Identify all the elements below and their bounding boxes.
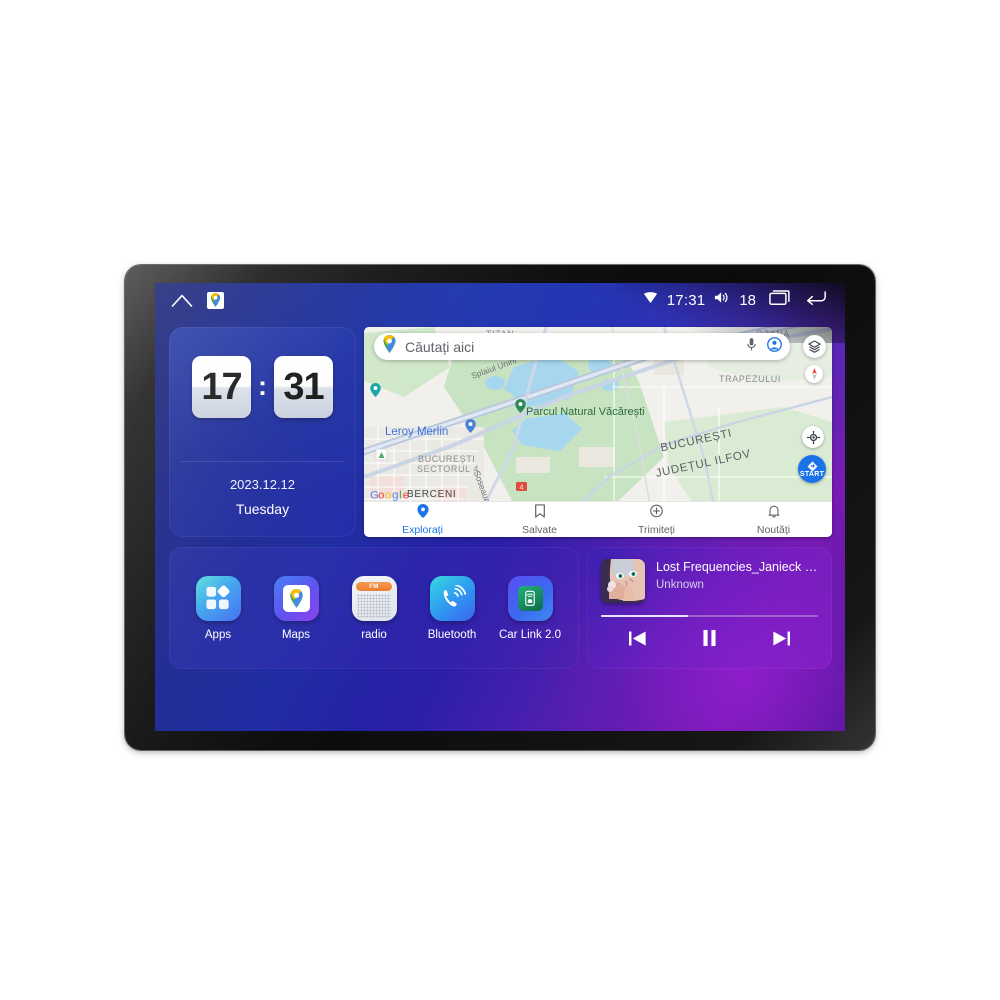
volume-level: 18 xyxy=(739,291,756,309)
map-bottom-tabs[interactable]: Explorați Salvate Trimiteți Noutăți xyxy=(364,501,832,537)
bell-icon xyxy=(768,504,780,523)
compass-icon[interactable] xyxy=(805,365,823,383)
track-artist: Unknown xyxy=(656,579,704,591)
clock-separator: : xyxy=(258,370,267,401)
clock-date: 2023.12.12 xyxy=(229,477,296,492)
svg-text:4: 4 xyxy=(520,485,524,492)
app-item-apps[interactable]: Apps xyxy=(184,575,252,641)
map-tab-trimiteți[interactable]: Trimiteți xyxy=(598,502,715,537)
flip-clock: 17 : 31 xyxy=(169,356,356,418)
clock-divider xyxy=(181,461,344,462)
fm-badge: FM xyxy=(356,582,392,591)
apps-grid-icon[interactable] xyxy=(195,575,241,621)
fm-radio-icon[interactable]: FM xyxy=(351,575,397,621)
clock-widget[interactable]: 17 : 31 2023.12.12 Tuesday xyxy=(169,327,356,537)
app-item-radio[interactable]: FM radio xyxy=(340,575,408,641)
back-icon[interactable] xyxy=(805,290,827,310)
app-label: Bluetooth xyxy=(427,628,477,641)
pause-button[interactable] xyxy=(701,629,718,652)
google-maps-pin-icon xyxy=(382,335,397,358)
map-tab-label: Trimiteți xyxy=(638,523,675,536)
map-tab-label: Noutăți xyxy=(756,523,791,536)
map-tab-label: Salvate xyxy=(521,523,558,536)
playback-progress-fill xyxy=(601,615,688,617)
google-maps-notification-icon[interactable] xyxy=(207,291,224,309)
location-pin-icon xyxy=(416,503,429,523)
account-avatar-icon[interactable] xyxy=(767,336,782,357)
car-head-unit-device: 17:31 18 17: 31 2023.12.12 Tuesday 4 Sp… xyxy=(125,265,875,750)
skip-previous-button[interactable] xyxy=(628,630,647,652)
map-tab-salvate[interactable]: Salvate xyxy=(481,502,598,537)
map-search-bar[interactable]: Căutați aici xyxy=(374,333,790,360)
app-label: Apps xyxy=(204,628,232,641)
microphone-icon[interactable] xyxy=(746,337,757,357)
map-tab-label: Explorați xyxy=(402,523,443,536)
start-label: START xyxy=(799,470,825,478)
radio-grille xyxy=(357,594,391,618)
bookmark-icon xyxy=(534,503,546,523)
clock-minutes: 31 xyxy=(274,356,333,418)
skip-next-button[interactable] xyxy=(772,630,791,652)
app-item-car-link[interactable]: Car Link 2.0 xyxy=(496,575,564,641)
map-search-placeholder[interactable]: Căutați aici xyxy=(405,339,746,355)
head-unit-screen: 17:31 18 17: 31 2023.12.12 Tuesday 4 Sp… xyxy=(155,283,845,731)
map-layers-button[interactable] xyxy=(803,335,826,358)
clock-weekday: Tuesday xyxy=(235,501,290,517)
app-label: Car Link 2.0 xyxy=(498,628,561,641)
car-link-icon[interactable] xyxy=(507,575,553,621)
volume-icon[interactable] xyxy=(714,291,730,309)
album-art xyxy=(601,559,645,603)
app-dock: Apps Maps FM radio Bluetooth Car Link 2.… xyxy=(169,547,579,669)
maps-widget[interactable]: 4 TITANOZANAUniriiSplaiul UniriiTRAPEZUL… xyxy=(364,327,832,537)
playback-progress-bar[interactable] xyxy=(601,615,818,617)
media-player-widget[interactable]: Lost Frequencies_Janieck Devy-... Unknow… xyxy=(587,547,832,669)
app-item-maps[interactable]: Maps xyxy=(262,575,330,641)
track-title: Lost Frequencies_Janieck Devy-... xyxy=(656,560,818,574)
google-maps-icon[interactable] xyxy=(273,575,319,621)
app-label: Maps xyxy=(281,628,311,641)
map-tab-noutăți[interactable]: Noutăți xyxy=(715,502,832,537)
status-bar: 17:31 18 xyxy=(155,283,845,317)
bluetooth-phone-icon[interactable] xyxy=(429,575,475,621)
wifi-icon xyxy=(643,291,658,309)
start-navigation-button[interactable]: START xyxy=(798,455,826,483)
status-time: 17:31 xyxy=(666,291,706,309)
app-label: radio xyxy=(361,628,387,641)
my-location-button[interactable] xyxy=(802,426,824,448)
home-icon[interactable] xyxy=(171,294,193,307)
plus-circle-icon xyxy=(650,504,663,523)
map-tab-explorați[interactable]: Explorați xyxy=(364,502,481,537)
recents-icon[interactable] xyxy=(769,290,790,310)
clock-hours: 17 xyxy=(192,356,251,418)
app-item-bluetooth[interactable]: Bluetooth xyxy=(418,575,486,641)
